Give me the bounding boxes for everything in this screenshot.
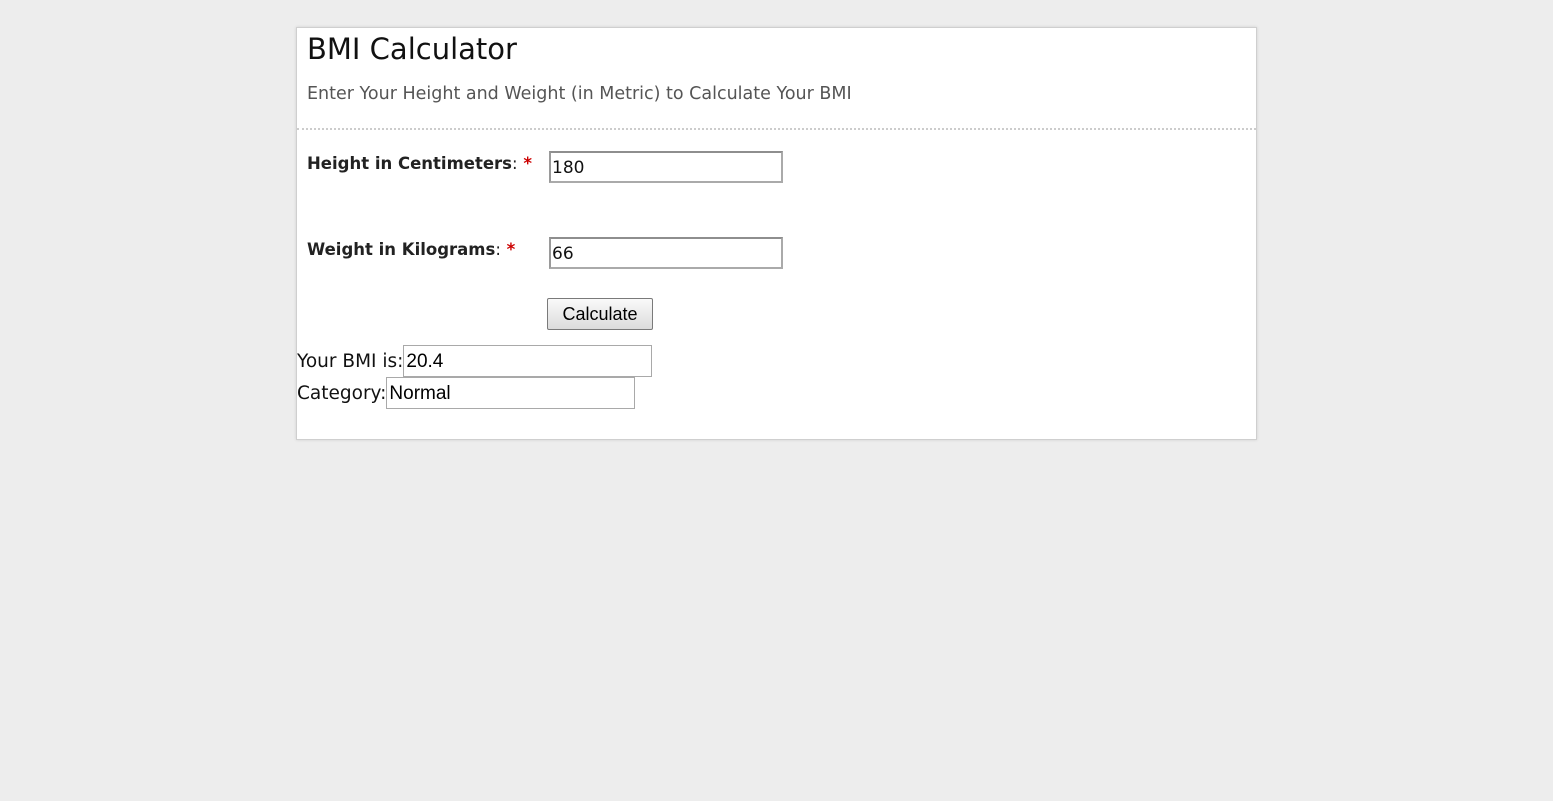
- category-result-label: Category:: [297, 382, 387, 404]
- weight-input[interactable]: [549, 237, 783, 269]
- height-label: Height in Centimeters: *: [307, 151, 532, 177]
- height-required-marker: *: [523, 154, 532, 173]
- calculate-button[interactable]: Calculate: [547, 298, 653, 330]
- page-title: BMI Calculator: [307, 32, 517, 66]
- category-result-field[interactable]: [386, 377, 636, 409]
- bmi-result-label: Your BMI is:: [297, 350, 404, 372]
- bmi-calculator-card: BMI Calculator Enter Your Height and Wei…: [296, 27, 1257, 440]
- category-result-row: Category:: [297, 377, 636, 409]
- height-label-colon: :: [512, 154, 518, 173]
- weight-required-marker: *: [506, 240, 516, 259]
- weight-label-text: Weight in Kilograms: [307, 240, 496, 259]
- height-input[interactable]: [549, 151, 783, 183]
- bmi-result-row: Your BMI is:: [297, 345, 653, 377]
- bmi-result-field[interactable]: [403, 345, 653, 377]
- height-label-text: Height in Centimeters: [307, 154, 513, 173]
- page-subtitle: Enter Your Height and Weight (in Metric)…: [307, 84, 852, 104]
- form-header: BMI Calculator Enter Your Height and Wei…: [297, 28, 1256, 130]
- weight-label: Weight in Kilograms: *: [307, 237, 532, 263]
- weight-label-colon: :: [495, 240, 501, 259]
